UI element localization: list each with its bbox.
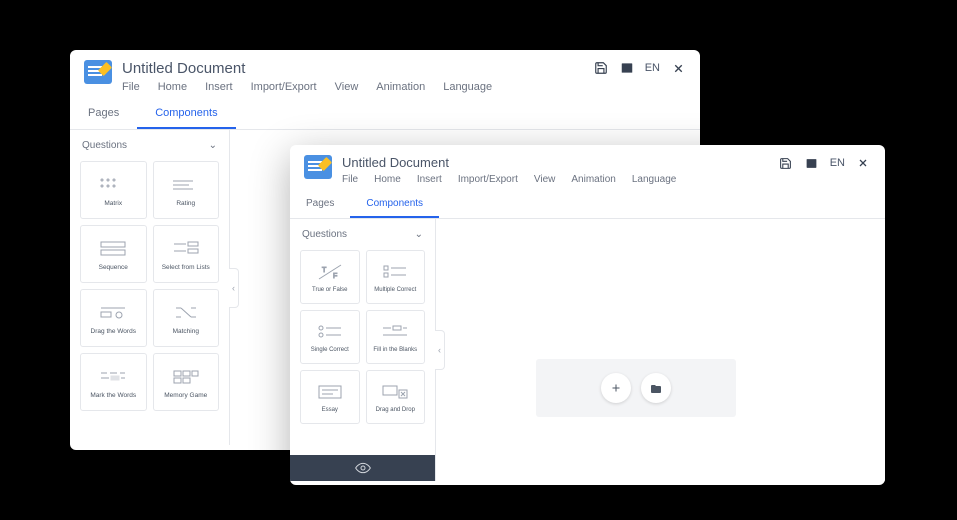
menu-bar: File Home Insert Import/Export View Anim…: [122, 81, 593, 93]
menu-file[interactable]: File: [122, 81, 140, 93]
select-lists-icon: [169, 238, 203, 260]
document-title[interactable]: Untitled Document: [342, 155, 778, 170]
collapse-sidebar-handle[interactable]: ‹: [435, 330, 445, 370]
language-selector[interactable]: EN: [830, 157, 845, 169]
menu-insert[interactable]: Insert: [205, 81, 233, 93]
save-icon[interactable]: [593, 60, 609, 76]
section-label: Questions: [302, 229, 347, 240]
chevron-down-icon: ⌄: [209, 140, 217, 151]
menu-animation[interactable]: Animation: [571, 174, 615, 185]
sequence-icon: [96, 238, 130, 260]
top-actions: EN: [778, 155, 871, 171]
svg-text:T: T: [322, 267, 327, 274]
component-single-correct[interactable]: Single Correct: [300, 310, 360, 364]
menu-animation[interactable]: Animation: [376, 81, 425, 93]
tab-pages[interactable]: Pages: [290, 191, 350, 218]
editor-window-front: Untitled Document File Home Insert Impor…: [290, 145, 885, 485]
canvas-drop-zone[interactable]: [536, 359, 736, 417]
menu-view[interactable]: View: [335, 81, 359, 93]
matching-icon: [169, 302, 203, 324]
save-icon[interactable]: [778, 155, 794, 171]
fill-blanks-icon: [378, 321, 412, 343]
mark-words-icon: [96, 366, 130, 388]
component-essay[interactable]: Essay: [300, 370, 360, 424]
single-correct-icon: [313, 321, 347, 343]
section-questions-header[interactable]: Questions ⌄: [70, 130, 229, 161]
menu-view[interactable]: View: [534, 174, 556, 185]
component-rating[interactable]: Rating: [153, 161, 220, 219]
matrix-icon: [96, 174, 130, 196]
section-questions-header[interactable]: Questions ⌄: [290, 219, 435, 250]
tab-components[interactable]: Components: [137, 99, 235, 129]
component-true-false[interactable]: TFTrue or False: [300, 250, 360, 304]
menu-bar: File Home Insert Import/Export View Anim…: [342, 174, 778, 185]
component-grid: Matrix Rating Sequence Select from Lists…: [70, 161, 229, 421]
svg-text:F: F: [333, 273, 337, 280]
tab-pages[interactable]: Pages: [70, 99, 137, 129]
component-drag-words[interactable]: Drag the Words: [80, 289, 147, 347]
component-matrix[interactable]: Matrix: [80, 161, 147, 219]
menu-home[interactable]: Home: [374, 174, 401, 185]
storage-icon[interactable]: [619, 60, 635, 76]
component-sequence[interactable]: Sequence: [80, 225, 147, 283]
close-icon[interactable]: [855, 155, 871, 171]
component-select-lists[interactable]: Select from Lists: [153, 225, 220, 283]
component-fill-blanks[interactable]: Fill in the Blanks: [366, 310, 426, 364]
close-icon[interactable]: [670, 60, 686, 76]
sidebar-tabs: Pages Components: [70, 99, 700, 130]
language-selector[interactable]: EN: [645, 62, 660, 74]
drag-words-icon: [96, 302, 130, 324]
storage-icon[interactable]: [804, 155, 820, 171]
component-grid: TFTrue or False Multiple Correct Single …: [290, 250, 435, 434]
app-logo-icon: [304, 155, 332, 179]
component-matching[interactable]: Matching: [153, 289, 220, 347]
tab-components[interactable]: Components: [350, 191, 439, 218]
component-multiple-correct[interactable]: Multiple Correct: [366, 250, 426, 304]
drag-drop-icon: [378, 381, 412, 403]
components-sidebar: Questions ⌄ Matrix Rating Sequence Selec…: [70, 130, 230, 445]
topbar: Untitled Document File Home Insert Impor…: [70, 50, 700, 93]
chevron-down-icon: ⌄: [415, 229, 423, 240]
menu-file[interactable]: File: [342, 174, 358, 185]
top-actions: EN: [593, 60, 686, 76]
rating-icon: [169, 174, 203, 196]
menu-home[interactable]: Home: [158, 81, 187, 93]
sidebar-footer: [290, 455, 435, 481]
add-button[interactable]: [601, 373, 631, 403]
component-mark-words[interactable]: Mark the Words: [80, 353, 147, 411]
multiple-correct-icon: [378, 261, 412, 283]
components-sidebar: Questions ⌄ TFTrue or False Multiple Cor…: [290, 219, 436, 481]
menu-import-export[interactable]: Import/Export: [458, 174, 518, 185]
app-logo-icon: [84, 60, 112, 84]
menu-import-export[interactable]: Import/Export: [251, 81, 317, 93]
component-drag-drop[interactable]: Drag and Drop: [366, 370, 426, 424]
topbar: Untitled Document File Home Insert Impor…: [290, 145, 885, 185]
canvas-area[interactable]: ‹: [436, 219, 885, 481]
sidebar-tabs: Pages Components: [290, 191, 885, 219]
menu-language[interactable]: Language: [632, 174, 677, 185]
section-label: Questions: [82, 140, 127, 151]
document-title[interactable]: Untitled Document: [122, 60, 593, 77]
menu-insert[interactable]: Insert: [417, 174, 442, 185]
collapse-sidebar-handle[interactable]: ‹: [229, 268, 239, 308]
essay-icon: [313, 381, 347, 403]
menu-language[interactable]: Language: [443, 81, 492, 93]
folder-button[interactable]: [641, 373, 671, 403]
true-false-icon: TF: [313, 261, 347, 283]
preview-icon[interactable]: [355, 462, 371, 474]
memory-game-icon: [169, 366, 203, 388]
component-memory-game[interactable]: Memory Game: [153, 353, 220, 411]
